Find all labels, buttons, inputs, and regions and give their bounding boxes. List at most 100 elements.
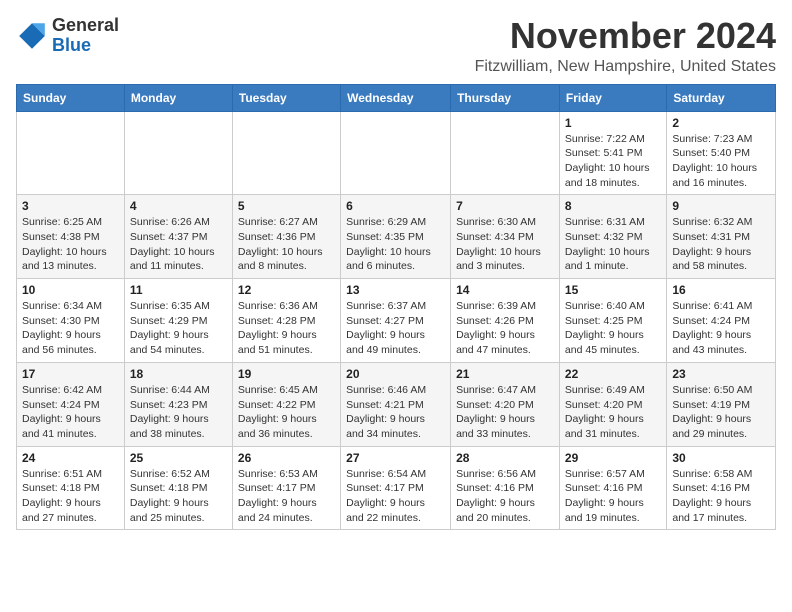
title-section: November 2024 Fitzwilliam, New Hampshire… — [475, 16, 776, 76]
table-row: 24 Sunrise: 6:51 AM Sunset: 4:18 PM Dayli… — [17, 446, 125, 530]
header-thursday: Thursday — [451, 84, 560, 111]
table-row: 1 Sunrise: 7:22 AM Sunset: 5:41 PM Daylig… — [559, 111, 666, 195]
header-sunday: Sunday — [17, 84, 125, 111]
day-number: 20 — [346, 367, 445, 381]
table-row: 14 Sunrise: 6:39 AM Sunset: 4:26 PM Dayli… — [451, 279, 560, 363]
day-number: 15 — [565, 283, 661, 297]
month-title: November 2024 — [475, 16, 776, 56]
table-row: 3 Sunrise: 6:25 AM Sunset: 4:38 PM Daylig… — [17, 195, 125, 279]
table-row: 20 Sunrise: 6:46 AM Sunset: 4:21 PM Dayli… — [341, 362, 451, 446]
calendar: Sunday Monday Tuesday Wednesday Thursday… — [16, 84, 776, 531]
day-number: 28 — [456, 451, 554, 465]
day-info: Sunrise: 6:49 AM Sunset: 4:20 PM Dayligh… — [565, 383, 661, 442]
table-row — [17, 111, 125, 195]
day-number: 27 — [346, 451, 445, 465]
day-info: Sunrise: 6:58 AM Sunset: 4:16 PM Dayligh… — [672, 467, 770, 526]
day-info: Sunrise: 7:22 AM Sunset: 5:41 PM Dayligh… — [565, 132, 661, 191]
day-number: 22 — [565, 367, 661, 381]
day-number: 5 — [238, 199, 335, 213]
day-number: 3 — [22, 199, 119, 213]
day-number: 25 — [130, 451, 227, 465]
logo-icon — [16, 20, 48, 52]
day-info: Sunrise: 6:30 AM Sunset: 4:34 PM Dayligh… — [456, 215, 554, 274]
day-info: Sunrise: 6:50 AM Sunset: 4:19 PM Dayligh… — [672, 383, 770, 442]
day-info: Sunrise: 6:31 AM Sunset: 4:32 PM Dayligh… — [565, 215, 661, 274]
day-number: 30 — [672, 451, 770, 465]
day-number: 17 — [22, 367, 119, 381]
day-number: 10 — [22, 283, 119, 297]
table-row: 30 Sunrise: 6:58 AM Sunset: 4:16 PM Dayli… — [667, 446, 776, 530]
day-info: Sunrise: 6:40 AM Sunset: 4:25 PM Dayligh… — [565, 299, 661, 358]
table-row: 2 Sunrise: 7:23 AM Sunset: 5:40 PM Daylig… — [667, 111, 776, 195]
table-row: 13Sunrise: 6:37 AM Sunset: 4:27 PM Dayli… — [341, 279, 451, 363]
day-info: Sunrise: 6:27 AM Sunset: 4:36 PM Dayligh… — [238, 215, 335, 274]
day-number: 18 — [130, 367, 227, 381]
day-info: Sunrise: 6:34 AM Sunset: 4:30 PM Dayligh… — [22, 299, 119, 358]
table-row: 18 Sunrise: 6:44 AM Sunset: 4:23 PM Dayli… — [124, 362, 232, 446]
day-info: Sunrise: 6:26 AM Sunset: 4:37 PM Dayligh… — [130, 215, 227, 274]
day-number: 29 — [565, 451, 661, 465]
table-row: 7 Sunrise: 6:30 AM Sunset: 4:34 PM Daylig… — [451, 195, 560, 279]
day-number: 19 — [238, 367, 335, 381]
day-info: Sunrise: 6:39 AM Sunset: 4:26 PM Dayligh… — [456, 299, 554, 358]
header-monday: Monday — [124, 84, 232, 111]
table-row: 6 Sunrise: 6:29 AM Sunset: 4:35 PM Daylig… — [341, 195, 451, 279]
table-row: 10 Sunrise: 6:34 AM Sunset: 4:30 PM Dayli… — [17, 279, 125, 363]
day-info: Sunrise: 6:53 AM Sunset: 4:17 PM Dayligh… — [238, 467, 335, 526]
day-number: 16 — [672, 283, 770, 297]
table-row — [451, 111, 560, 195]
table-row: 9Sunrise: 6:32 AM Sunset: 4:31 PM Daylig… — [667, 195, 776, 279]
table-row: 28Sunrise: 6:56 AM Sunset: 4:16 PM Dayli… — [451, 446, 560, 530]
day-number: 24 — [22, 451, 119, 465]
table-row: 11 Sunrise: 6:35 AM Sunset: 4:29 PM Dayli… — [124, 279, 232, 363]
day-info: Sunrise: 6:29 AM Sunset: 4:35 PM Dayligh… — [346, 215, 445, 274]
location: Fitzwilliam, New Hampshire, United State… — [475, 58, 776, 76]
table-row — [341, 111, 451, 195]
table-row — [232, 111, 340, 195]
day-info: Sunrise: 6:45 AM Sunset: 4:22 PM Dayligh… — [238, 383, 335, 442]
header-friday: Friday — [559, 84, 666, 111]
day-info: Sunrise: 6:41 AM Sunset: 4:24 PM Dayligh… — [672, 299, 770, 358]
day-info: Sunrise: 6:44 AM Sunset: 4:23 PM Dayligh… — [130, 383, 227, 442]
calendar-week-1: 1 Sunrise: 7:22 AM Sunset: 5:41 PM Daylig… — [17, 111, 776, 195]
calendar-week-2: 3 Sunrise: 6:25 AM Sunset: 4:38 PM Daylig… — [17, 195, 776, 279]
table-row: 17 Sunrise: 6:42 AM Sunset: 4:24 PM Dayli… — [17, 362, 125, 446]
day-number: 8 — [565, 199, 661, 213]
day-info: Sunrise: 6:25 AM Sunset: 4:38 PM Dayligh… — [22, 215, 119, 274]
day-number: 7 — [456, 199, 554, 213]
day-info: Sunrise: 6:57 AM Sunset: 4:16 PM Dayligh… — [565, 467, 661, 526]
header: General Blue November 2024 Fitzwilliam, … — [16, 16, 776, 76]
day-info: Sunrise: 6:36 AM Sunset: 4:28 PM Dayligh… — [238, 299, 335, 358]
table-row: 8 Sunrise: 6:31 AM Sunset: 4:32 PM Daylig… — [559, 195, 666, 279]
day-info: Sunrise: 6:42 AM Sunset: 4:24 PM Dayligh… — [22, 383, 119, 442]
day-info: Sunrise: 7:23 AM Sunset: 5:40 PM Dayligh… — [672, 132, 770, 191]
day-number: 6 — [346, 199, 445, 213]
day-info: Sunrise: 6:51 AM Sunset: 4:18 PM Dayligh… — [22, 467, 119, 526]
table-row: 29 Sunrise: 6:57 AM Sunset: 4:16 PM Dayli… — [559, 446, 666, 530]
logo-text: General Blue — [52, 16, 119, 56]
day-number: 23 — [672, 367, 770, 381]
table-row: 21Sunrise: 6:47 AM Sunset: 4:20 PM Dayli… — [451, 362, 560, 446]
day-number: 9 — [672, 199, 770, 213]
header-tuesday: Tuesday — [232, 84, 340, 111]
day-info: Sunrise: 6:54 AM Sunset: 4:17 PM Dayligh… — [346, 467, 445, 526]
day-number: 1 — [565, 116, 661, 130]
calendar-header-row: Sunday Monday Tuesday Wednesday Thursday… — [17, 84, 776, 111]
table-row: 27 Sunrise: 6:54 AM Sunset: 4:17 PM Dayli… — [341, 446, 451, 530]
table-row: 25 Sunrise: 6:52 AM Sunset: 4:18 PM Dayli… — [124, 446, 232, 530]
table-row: 22 Sunrise: 6:49 AM Sunset: 4:20 PM Dayli… — [559, 362, 666, 446]
day-info: Sunrise: 6:46 AM Sunset: 4:21 PM Dayligh… — [346, 383, 445, 442]
calendar-week-5: 24 Sunrise: 6:51 AM Sunset: 4:18 PM Dayli… — [17, 446, 776, 530]
calendar-week-3: 10 Sunrise: 6:34 AM Sunset: 4:30 PM Dayli… — [17, 279, 776, 363]
day-number: 11 — [130, 283, 227, 297]
day-number: 12 — [238, 283, 335, 297]
day-info: Sunrise: 6:52 AM Sunset: 4:18 PM Dayligh… — [130, 467, 227, 526]
day-number: 26 — [238, 451, 335, 465]
calendar-week-4: 17 Sunrise: 6:42 AM Sunset: 4:24 PM Dayli… — [17, 362, 776, 446]
day-number: 2 — [672, 116, 770, 130]
table-row: 15 Sunrise: 6:40 AM Sunset: 4:25 PM Dayli… — [559, 279, 666, 363]
day-number: 14 — [456, 283, 554, 297]
day-info: Sunrise: 6:35 AM Sunset: 4:29 PM Dayligh… — [130, 299, 227, 358]
header-wednesday: Wednesday — [341, 84, 451, 111]
day-info: Sunrise: 6:47 AM Sunset: 4:20 PM Dayligh… — [456, 383, 554, 442]
